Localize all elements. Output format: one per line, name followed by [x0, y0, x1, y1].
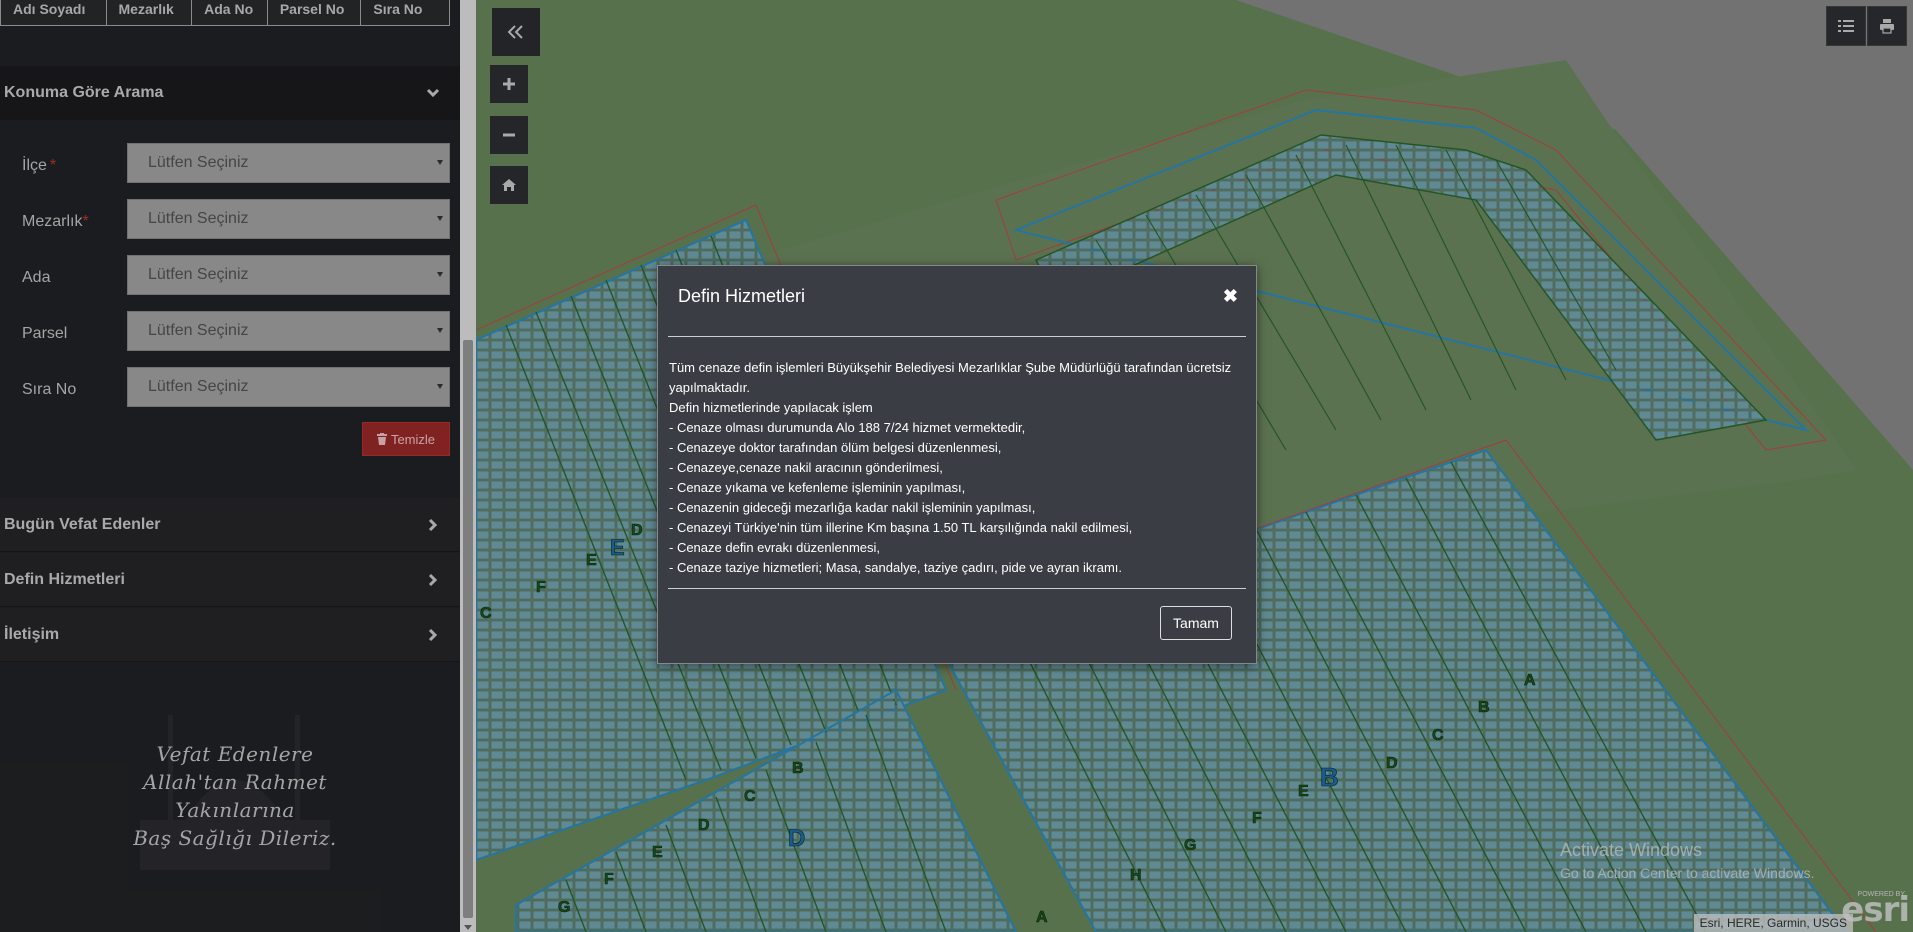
modal-title: Defin Hizmetleri — [678, 286, 806, 306]
modal-body-line: - Cenaze yıkama ve kefenleme işleminin y… — [669, 480, 966, 495]
modal-divider — [668, 588, 1246, 589]
modal-body-line: - Cenazenin gideceği mezarlığa kadar nak… — [669, 500, 1036, 515]
modal-body-line: - Cenaze taziye hizmetleri; Masa, sandal… — [669, 560, 1123, 575]
modal-body-line: - Cenazeye doktor tarafından ölüm belges… — [669, 440, 1002, 455]
modal-body-line: - Cenaze olması durumunda Alo 188 7/24 h… — [669, 420, 1026, 435]
modal-body-line: - Cenazeyi Türkiye'nin tüm illerine Km b… — [669, 520, 1133, 535]
modal-body-line: Tüm cenaze defin işlemleri Büyükşehir Be… — [669, 360, 1232, 395]
modal-body-line: Defin hizmetlerinde yapılacak işlem — [669, 400, 873, 415]
modal-body-line: - Cenazeye,cenaze nakil aracının gönderi… — [669, 460, 943, 475]
ok-button[interactable]: Tamam — [1160, 606, 1232, 640]
modal-body-line: - Cenaze defin evrakı düzenlenmesi, — [669, 540, 881, 555]
modal-body: Tüm cenaze defin işlemleri Büyükşehir Be… — [669, 358, 1242, 578]
close-icon[interactable]: ✖ — [1223, 286, 1238, 307]
modal-divider — [668, 336, 1246, 337]
burial-services-modal: Defin Hizmetleri ✖ Tüm cenaze defin işle… — [657, 265, 1257, 664]
